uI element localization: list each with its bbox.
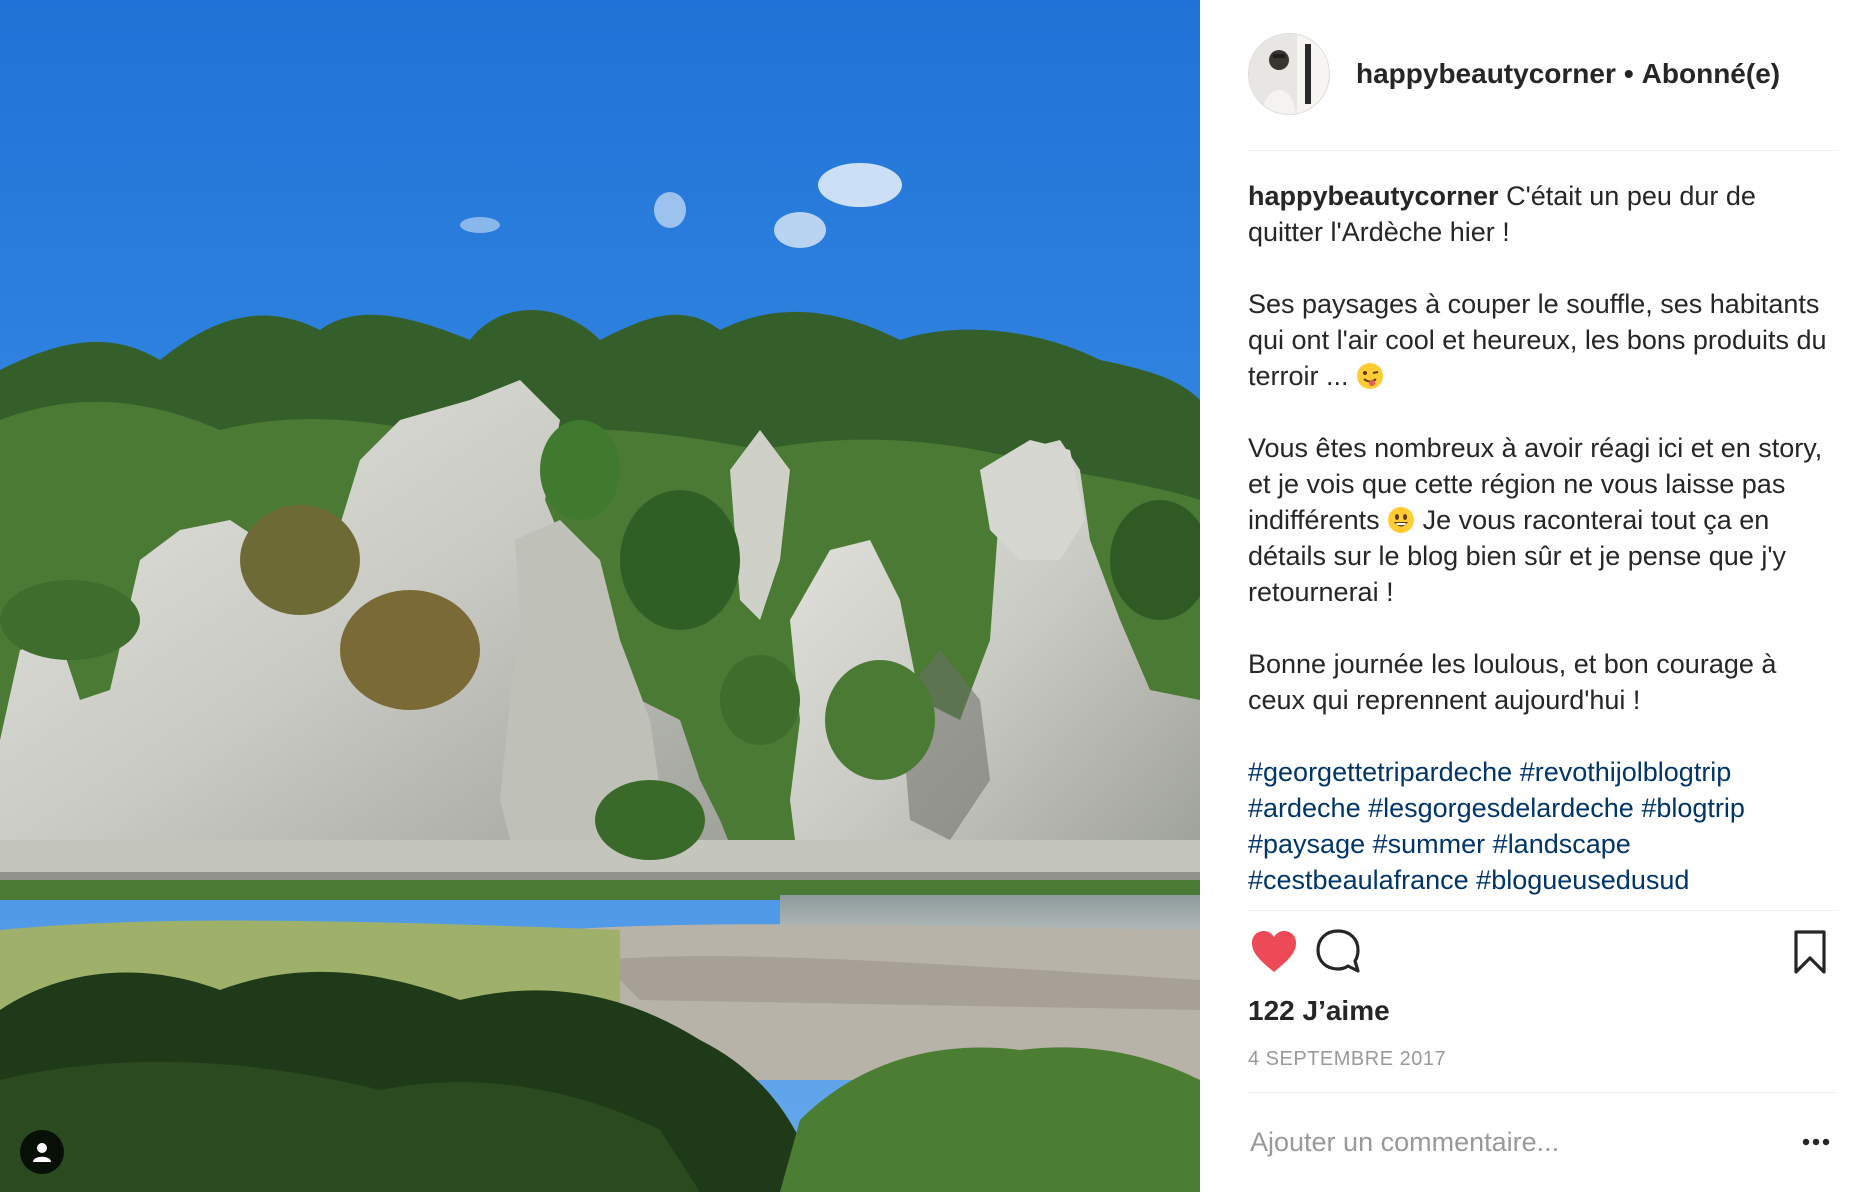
speech-bubble-icon: [1316, 929, 1360, 973]
ellipsis-icon: [1802, 1138, 1830, 1146]
follow-status[interactable]: Abonné(e): [1642, 58, 1780, 89]
avatar[interactable]: [1248, 33, 1330, 115]
hashtag-list: #georgettetripardeche #revothijolblogtri…: [1248, 754, 1828, 898]
smiling-emoji-icon: [1388, 507, 1415, 533]
comment-button[interactable]: [1312, 926, 1364, 978]
avatar-image: [1249, 34, 1329, 114]
hashtag-link[interactable]: #landscape: [1493, 829, 1631, 859]
username-link[interactable]: happybeautycorner: [1356, 58, 1616, 89]
header-text: happybeautycorner • Abonné(e): [1356, 58, 1780, 90]
tagged-people-button[interactable]: [20, 1130, 64, 1174]
actions-divider: [1248, 910, 1836, 911]
caption-username[interactable]: happybeautycorner: [1248, 181, 1499, 211]
save-button[interactable]: [1784, 926, 1836, 978]
action-bar: [1248, 926, 1836, 982]
hashtag-link[interactable]: #blogtrip: [1641, 793, 1745, 823]
winking-tongue-emoji-icon: [1357, 363, 1384, 389]
hashtag-link[interactable]: #georgettetripardeche: [1248, 757, 1512, 787]
hashtag-link[interactable]: #blogueusedusud: [1476, 865, 1689, 895]
post-photo[interactable]: [0, 0, 1200, 1192]
person-icon: [33, 1143, 51, 1162]
hashtag-link[interactable]: #revothijolblogtrip: [1520, 757, 1732, 787]
more-options-button[interactable]: [1796, 1122, 1836, 1162]
comment-divider: [1248, 1092, 1836, 1093]
caption-line-5: Bonne journée les loulous, et bon courag…: [1248, 649, 1777, 715]
heart-icon: [1252, 931, 1296, 972]
landscape-photo: [0, 0, 1200, 1192]
hashtag-link[interactable]: #cestbeaulafrance: [1248, 865, 1469, 895]
like-button[interactable]: [1248, 926, 1300, 978]
header-divider: [1248, 150, 1836, 151]
hashtag-link[interactable]: #summer: [1373, 829, 1486, 859]
post-date: 4 SEPTEMBRE 2017: [1248, 1048, 1447, 1070]
bookmark-icon: [1794, 930, 1826, 974]
caption-line-2: Ses paysages à couper le souffle, ses ha…: [1248, 289, 1827, 391]
hashtag-link[interactable]: #lesgorgesdelardeche: [1368, 793, 1634, 823]
comment-input[interactable]: [1248, 1125, 1796, 1159]
caption: happybeautycorner C'était un peu dur de …: [1248, 178, 1828, 906]
post-sidebar: happybeautycorner • Abonné(e) happybeautyc…: [1200, 0, 1854, 1192]
comment-form: [1248, 1112, 1836, 1172]
likes-count[interactable]: 122 J’aime: [1248, 995, 1390, 1027]
hashtag-link[interactable]: #paysage: [1248, 829, 1365, 859]
post-header: happybeautycorner • Abonné(e): [1248, 32, 1836, 116]
separator-dot: •: [1623, 58, 1634, 89]
hashtag-link[interactable]: #ardeche: [1248, 793, 1361, 823]
